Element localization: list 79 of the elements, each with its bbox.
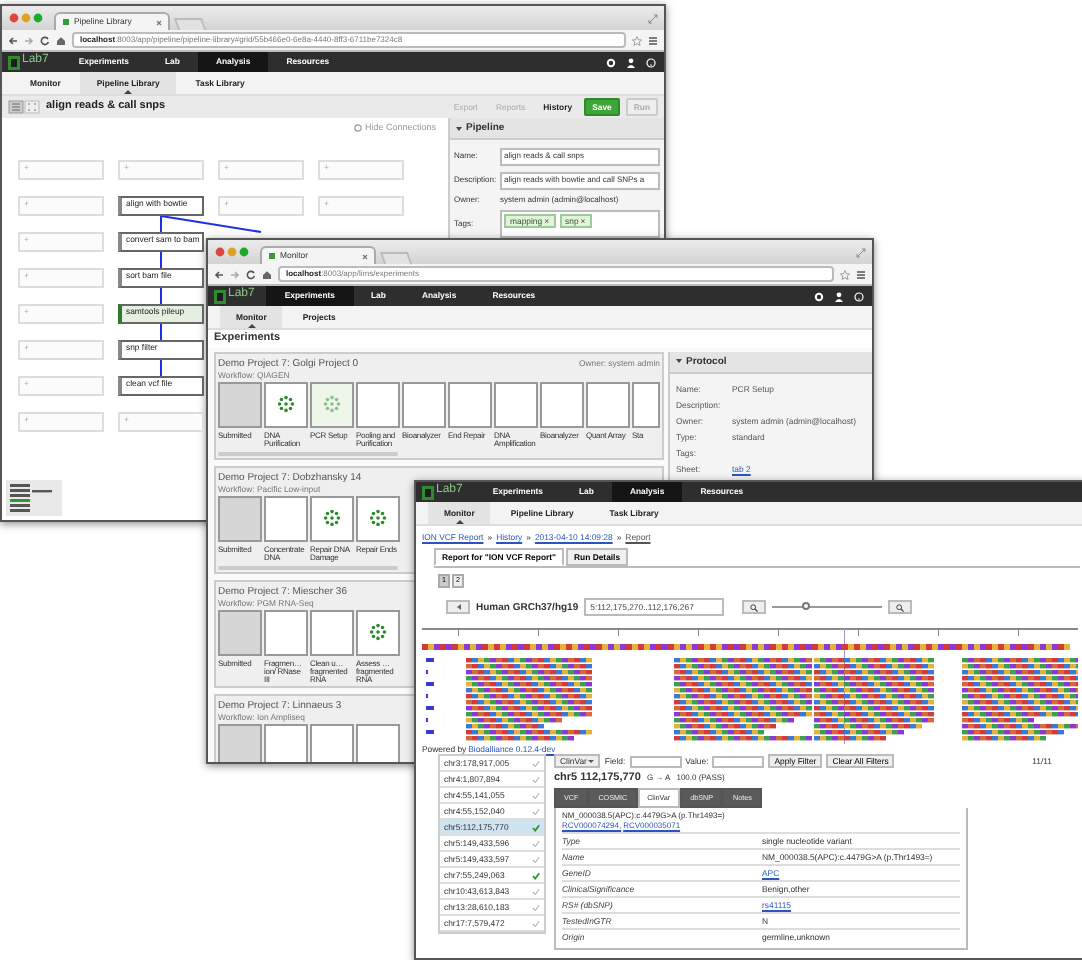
help-icon[interactable] [854,291,864,301]
star-icon[interactable] [632,35,642,45]
step-box[interactable] [264,723,308,762]
step-box[interactable] [310,723,354,762]
logo-icon [8,55,20,69]
sample-dots-icon [368,508,388,529]
step-box[interactable] [402,381,446,428]
star-icon[interactable] [840,269,850,279]
step-box[interactable] [586,381,630,428]
step-box[interactable] [356,609,400,656]
fullscreen-icon[interactable] [856,247,866,257]
user-icon[interactable] [834,291,844,301]
step-box[interactable] [310,609,354,656]
step-box[interactable] [264,609,308,656]
step-box[interactable] [218,609,262,656]
close-icon[interactable] [156,19,162,25]
field-input[interactable] [629,755,682,768]
caret-icon[interactable] [676,358,682,365]
new-tab-button[interactable] [379,252,413,264]
forward-icon[interactable] [230,269,240,279]
back-icon[interactable] [214,269,224,279]
user-icon[interactable] [626,57,636,67]
step-box[interactable] [632,381,660,428]
genome-tracks-drawing[interactable] [422,628,1078,745]
step-box[interactable] [310,381,354,428]
settings-icon[interactable] [606,57,616,67]
logo-icon [422,485,434,499]
step-box[interactable] [264,381,308,428]
value-input[interactable] [712,755,765,768]
caret-icon [588,758,595,765]
search-icon [750,603,759,612]
home-icon[interactable] [262,269,272,279]
sample-dots-icon [322,394,342,415]
step-box[interactable] [310,495,354,542]
close-icon[interactable] [362,253,368,259]
scrollbar[interactable] [218,566,398,571]
toggle-button[interactable] [446,600,470,615]
zoom-in-button[interactable] [888,600,913,615]
connector-line [160,287,162,306]
step-box[interactable] [218,381,262,428]
connector-line [160,251,162,270]
help-icon[interactable] [646,57,656,67]
menu-icon[interactable] [648,35,658,45]
slider-thumb[interactable] [801,602,810,611]
new-tab-button[interactable] [173,18,207,30]
favicon-icon [62,18,70,26]
step-box[interactable] [218,723,262,762]
back-icon[interactable] [8,35,18,45]
search-icon [896,603,905,612]
minimap-drawing[interactable] [6,480,62,516]
sample-dots-icon [368,622,388,643]
step-box[interactable] [264,495,308,542]
step-box[interactable] [356,723,400,762]
connector-line [160,323,162,342]
step-box[interactable] [540,381,584,428]
sample-dots-icon [322,508,342,529]
caret-icon[interactable] [456,125,462,131]
home-icon[interactable] [56,35,66,45]
sample-dots-icon [276,394,296,415]
step-box[interactable] [494,381,538,428]
toggle-icon [354,123,363,132]
step-box[interactable] [448,381,492,428]
fullscreen-icon[interactable] [648,13,658,23]
step-box[interactable] [356,495,400,542]
settings-icon[interactable] [814,291,824,301]
connector-line [160,359,162,378]
window-controls-icon[interactable] [8,10,48,26]
menu-icon[interactable] [856,269,866,279]
reload-icon[interactable] [246,269,256,279]
reload-icon[interactable] [40,35,50,45]
caret-icon [455,604,461,611]
scrollbar[interactable] [218,452,398,457]
window-controls-icon[interactable] [214,244,254,260]
logo-icon [214,289,226,303]
step-box[interactable] [218,495,262,542]
forward-icon[interactable] [24,35,34,45]
step-box[interactable] [356,381,400,428]
favicon-icon [268,252,276,260]
zoom-out-button[interactable] [742,600,767,615]
